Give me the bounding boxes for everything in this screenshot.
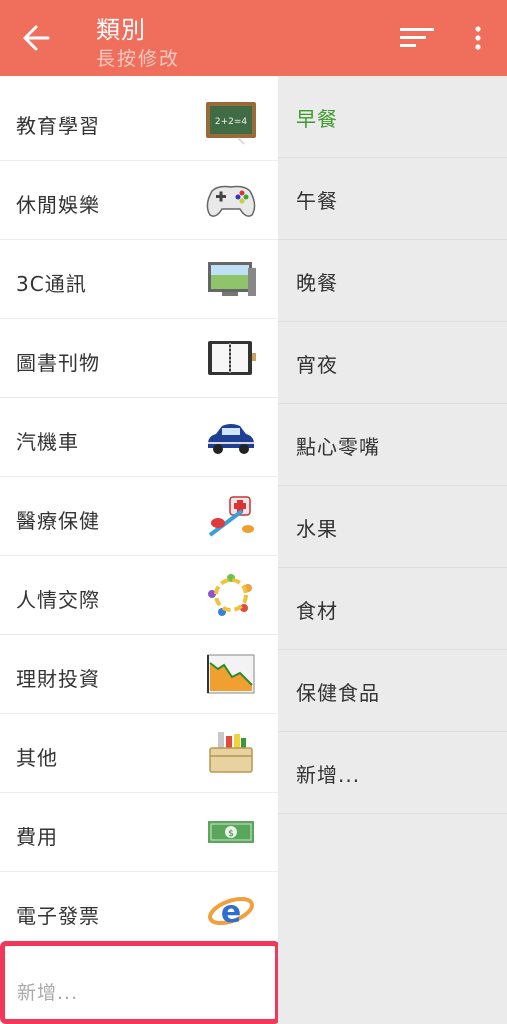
subcategory-label: 宵夜 xyxy=(296,353,338,377)
add-subcategory-label: 新增... xyxy=(296,763,361,787)
subcategory-label: 晚餐 xyxy=(296,271,338,295)
monitor-icon xyxy=(208,262,256,296)
category-item-vehicles[interactable]: 汽機車 xyxy=(0,398,278,477)
category-item-leisure[interactable]: 休閒娛樂 xyxy=(0,161,278,240)
category-item-social[interactable]: 人情交際 xyxy=(0,556,278,635)
add-subcategory-button[interactable]: 新增... xyxy=(278,732,507,814)
category-item-other[interactable]: 其他 xyxy=(0,714,278,793)
svg-text:e: e xyxy=(221,895,241,930)
subcategory-label: 保健食品 xyxy=(296,681,380,705)
chalkboard-icon: 2+2=4 xyxy=(206,102,256,145)
arrow-left-icon xyxy=(23,25,50,51)
subcategory-item[interactable]: 點心零嘴 xyxy=(278,404,507,486)
category-item-fees[interactable]: 費用 $ xyxy=(0,793,278,872)
subcategory-list: 早餐 午餐 晚餐 宵夜 點心零嘴 水果 食材 保健食品 新增... xyxy=(278,76,507,1024)
category-label: 醫療保健 xyxy=(16,509,100,533)
category-label: 圖書刊物 xyxy=(16,351,100,375)
category-label: 汽機車 xyxy=(16,430,79,454)
money-icon: $ xyxy=(208,821,254,843)
subcategory-item[interactable]: 保健食品 xyxy=(278,650,507,732)
category-item-medical[interactable]: 醫療保健 xyxy=(0,477,278,556)
category-item-3c[interactable]: 3C通訊 xyxy=(0,240,278,319)
stock-chart-icon xyxy=(207,654,255,694)
category-item-books[interactable]: 圖書刊物 xyxy=(0,319,278,398)
category-label: 理財投資 xyxy=(16,667,100,691)
gamepad-icon xyxy=(206,185,256,217)
category-list: 教育學習 2+2=4 休閒娛樂 3C通訊 圖書刊物 汽機車 醫療保健 人情交際 … xyxy=(0,76,278,1024)
category-label: 休閒娛樂 xyxy=(16,193,100,217)
more-vert-icon xyxy=(475,26,481,50)
subcategory-item[interactable]: 午餐 xyxy=(278,158,507,240)
subcategory-item[interactable]: 水果 xyxy=(278,486,507,568)
category-item-e-invoice[interactable]: 電子發票 e xyxy=(0,872,278,951)
page-title: 類別 xyxy=(96,16,146,44)
subcategory-item[interactable]: 食材 xyxy=(278,568,507,650)
category-label: 3C通訊 xyxy=(16,272,87,296)
category-item-finance[interactable]: 理財投資 xyxy=(0,635,278,714)
supply-box-icon xyxy=(209,732,253,773)
subcategory-label: 點心零嘴 xyxy=(296,435,380,459)
category-label: 費用 xyxy=(16,825,58,849)
category-label: 其他 xyxy=(16,746,58,770)
notebook-icon xyxy=(208,341,256,375)
back-button[interactable] xyxy=(18,22,54,54)
people-circle-icon xyxy=(208,574,252,616)
more-options-button[interactable] xyxy=(470,24,486,52)
sort-icon xyxy=(400,28,434,47)
page-subtitle: 長按修改 xyxy=(96,48,181,70)
svg-text:2+2=4: 2+2=4 xyxy=(215,117,248,127)
car-icon xyxy=(208,424,254,454)
subcategory-label: 午餐 xyxy=(296,189,338,213)
app-bar: 類別 長按修改 xyxy=(0,0,507,76)
category-label: 人情交際 xyxy=(16,588,100,612)
subcategory-item[interactable]: 宵夜 xyxy=(278,322,507,404)
e-invoice-icon: e xyxy=(208,895,254,930)
subcategory-item[interactable]: 晚餐 xyxy=(278,240,507,322)
medical-icon xyxy=(208,496,254,537)
category-item-education[interactable]: 教育學習 2+2=4 xyxy=(0,82,278,161)
add-category-button[interactable]: 新增... xyxy=(0,941,280,1024)
subcategory-label: 早餐 xyxy=(296,107,338,131)
sort-button[interactable] xyxy=(398,24,436,52)
svg-text:$: $ xyxy=(228,829,234,839)
add-category-label: 新增... xyxy=(17,982,79,1004)
category-label: 電子發票 xyxy=(16,904,100,928)
subcategory-label: 水果 xyxy=(296,517,338,541)
subcategory-label: 食材 xyxy=(296,599,338,623)
category-label: 教育學習 xyxy=(16,114,100,138)
subcategory-item[interactable]: 早餐 xyxy=(278,76,507,158)
